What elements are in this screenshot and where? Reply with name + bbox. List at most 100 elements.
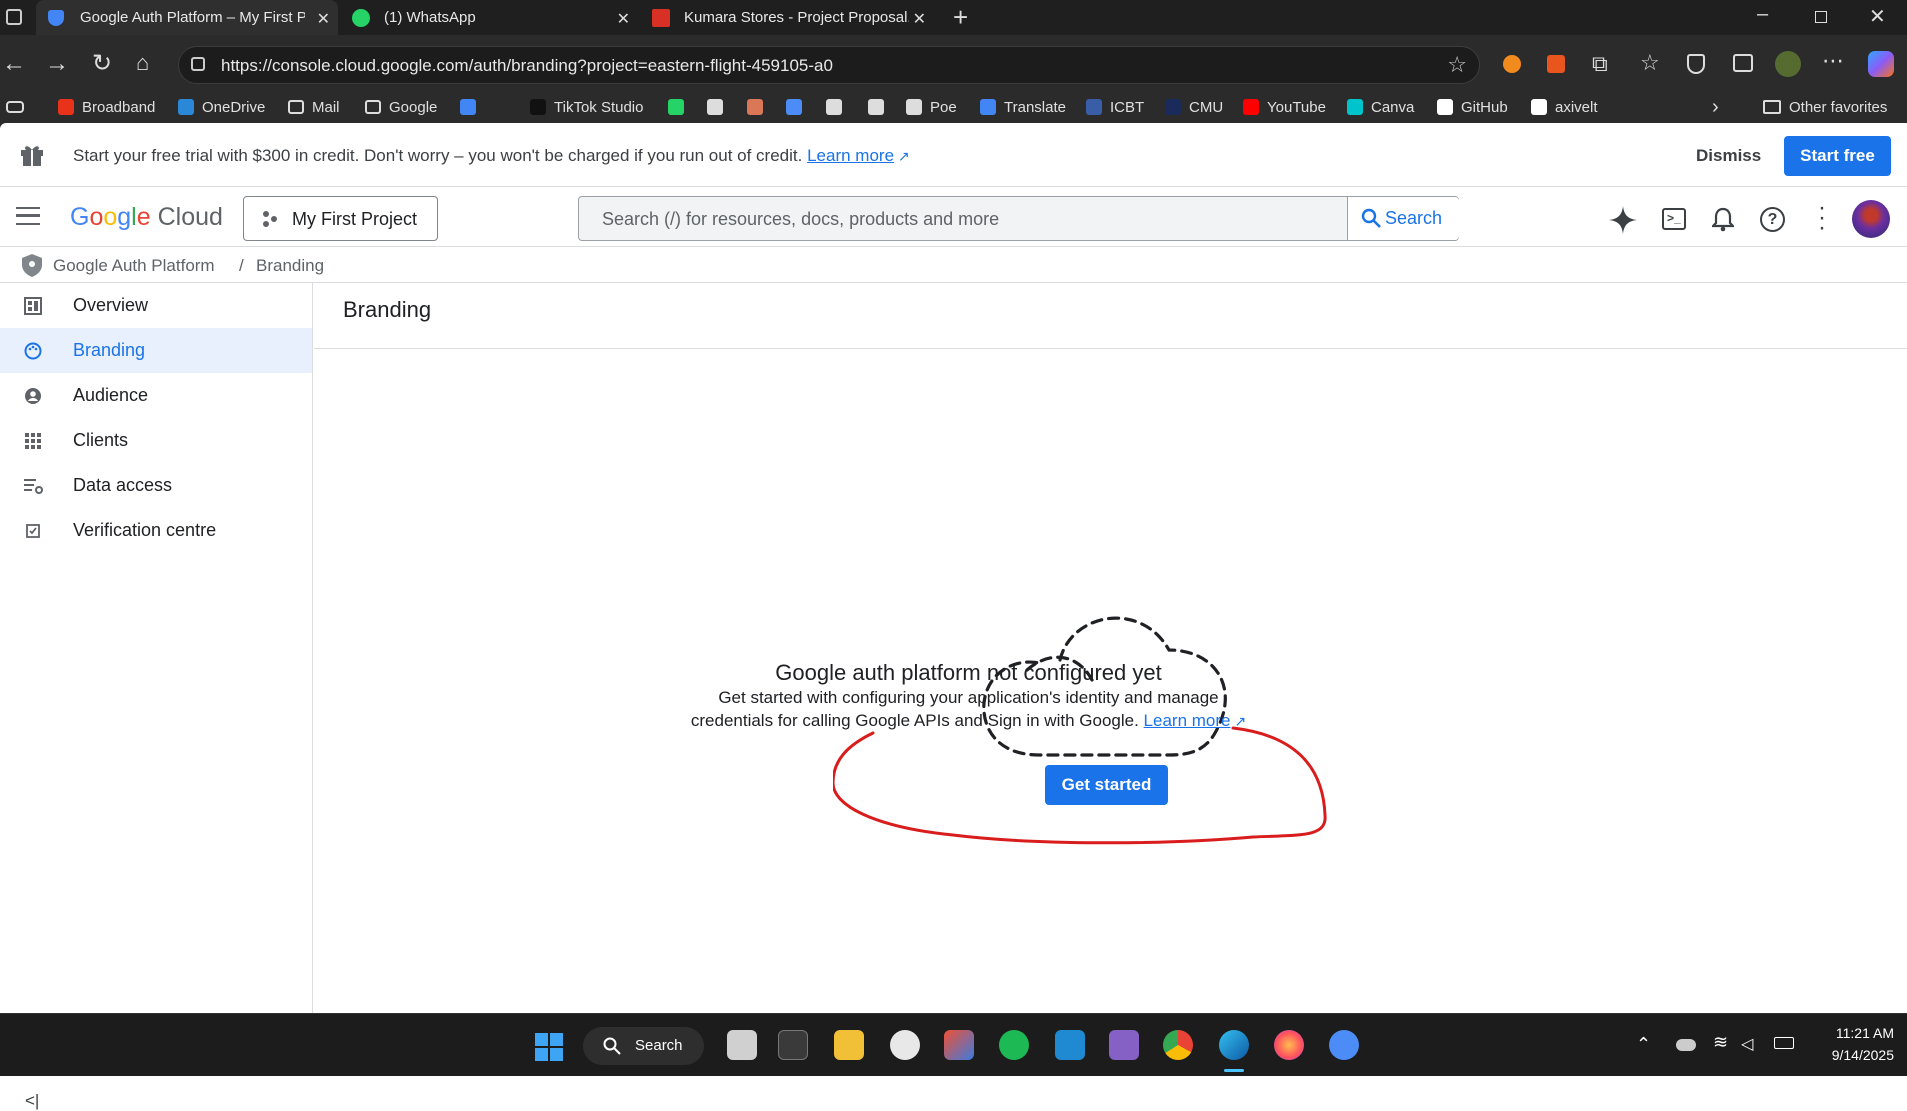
favorite-item[interactable]: ICBT [1086,97,1144,117]
breadcrumb-page[interactable]: Branding [256,256,324,276]
tab-pdf[interactable]: Kumara Stores - Project Proposal. ✕ [640,0,940,35]
clock-time[interactable]: 11:21 AM [1810,1025,1894,1041]
favorite-item[interactable]: YouTube [1243,97,1326,117]
account-avatar[interactable] [1852,200,1890,238]
cloud-shell-icon[interactable]: >_ [1662,208,1686,230]
battery-icon[interactable] [1774,1037,1794,1049]
tab-actions-icon[interactable] [6,9,22,25]
close-tab-icon[interactable]: ✕ [317,9,330,29]
favorite-item[interactable] [868,97,884,117]
favorite-item[interactable]: Google [365,97,437,117]
sync-app-icon[interactable] [1329,1030,1359,1060]
favorite-item[interactable] [707,97,723,117]
clock-app-icon[interactable] [890,1030,920,1060]
git-app-icon[interactable] [944,1030,974,1060]
close-tab-icon[interactable]: ✕ [913,9,926,29]
favorites-toggle-icon[interactable] [6,97,24,117]
search-box[interactable]: Search (/) for resources, docs, products… [578,196,1459,241]
vscode-icon[interactable] [1055,1030,1085,1060]
sidebar-item-data-access[interactable]: Data access [0,463,312,508]
start-free-button[interactable]: Start free [1784,136,1891,176]
wifi-icon[interactable]: ≋ [1713,1032,1728,1053]
favorite-item[interactable]: OneDrive [178,97,265,117]
collapse-sidebar-button[interactable]: <| [25,1091,39,1111]
favorite-item[interactable]: Mail [288,97,340,117]
tab-whatsapp[interactable]: (1) WhatsApp ✕ [340,0,640,35]
visual-studio-icon[interactable] [1109,1030,1139,1060]
favorite-item[interactable] [826,97,842,117]
onedrive-tray-icon[interactable] [1676,1039,1696,1051]
tab-google-auth[interactable]: Google Auth Platform – My First P ✕ [36,0,338,35]
address-bar[interactable]: https://console.cloud.google.com/auth/br… [178,46,1480,84]
restore-icon[interactable] [1815,11,1827,23]
promo-learn-more-link[interactable]: Learn more [807,146,894,165]
favorite-item[interactable]: axivelt [1531,97,1598,117]
minimize-icon[interactable]: – [1757,3,1768,26]
favorite-item[interactable] [747,97,763,117]
extension-icon-1[interactable] [1503,55,1521,73]
search-button-label: Search [1385,208,1443,228]
favorite-label: ICBT [1110,98,1145,116]
dismiss-button[interactable]: Dismiss [1696,146,1761,166]
more-favorites-icon[interactable]: › [1712,96,1719,118]
home-icon[interactable]: ⌂ [136,50,149,76]
taskbar-search[interactable]: Search [583,1027,704,1065]
search-button[interactable]: Search [1347,197,1459,240]
chrome-icon[interactable] [1163,1030,1193,1060]
sidebar-item-audience[interactable]: Audience [0,373,312,418]
help-icon[interactable]: ? [1760,207,1785,232]
windows-start-icon[interactable] [535,1033,563,1061]
copilot-icon[interactable] [1868,51,1894,77]
close-window-icon[interactable]: ✕ [1869,4,1886,29]
favorite-item[interactable]: Translate [980,97,1066,117]
show-hidden-icons[interactable]: ⌃ [1636,1034,1651,1055]
favicon-icon [668,99,684,115]
file-explorer-icon[interactable] [834,1030,864,1060]
browser-essentials-icon[interactable] [1687,54,1705,74]
google-cloud-logo[interactable]: Google Cloud [70,203,223,232]
project-picker[interactable]: My First Project [243,196,438,241]
favorite-item[interactable]: CMU [1165,97,1223,117]
favorite-item[interactable]: TikTok Studio [530,97,643,117]
favorite-item[interactable]: Broadband [58,97,155,117]
site-info-icon[interactable] [191,57,205,71]
sidebar-item-label: Audience [73,385,149,405]
favorite-item[interactable]: GitHub [1437,97,1508,117]
clock-date[interactable]: 9/14/2025 [1810,1047,1894,1063]
search-input[interactable]: Search (/) for resources, docs, products… [602,209,999,230]
favorite-item[interactable] [786,97,802,117]
extensions-icon[interactable]: ⧉ [1592,51,1608,77]
other-favorites[interactable]: Other favorites [1763,97,1887,117]
favorite-item[interactable]: Canva [1347,97,1414,117]
favorites-icon[interactable]: ☆ [1640,50,1660,76]
sidebar-item-overview[interactable]: Overview [0,283,312,328]
new-tab-button[interactable]: + [953,2,968,33]
more-icon[interactable]: ⋯ [1822,48,1844,74]
main-menu-icon[interactable] [16,207,40,225]
shield-icon [22,254,42,277]
more-options-icon[interactable]: · · · [1812,196,1832,240]
favorite-item[interactable] [460,97,476,117]
notifications-icon[interactable] [1712,206,1734,232]
close-tab-icon[interactable]: ✕ [617,9,630,29]
profile-avatar[interactable] [1775,51,1801,77]
favorite-item[interactable] [668,97,684,117]
sidebar-item-verification-centre[interactable]: Verification centre [0,508,312,553]
firefox-icon[interactable] [1274,1030,1304,1060]
gemini-icon[interactable] [1609,206,1637,234]
task-view-icon[interactable] [727,1030,757,1060]
back-icon[interactable]: ← [2,50,26,78]
breadcrumb-product[interactable]: Google Auth Platform [53,256,215,276]
spotify-icon[interactable] [999,1030,1029,1060]
edge-icon[interactable] [1219,1030,1249,1060]
terminal-icon[interactable] [778,1030,808,1060]
forward-icon[interactable]: → [45,50,69,78]
refresh-icon[interactable]: ↻ [92,49,112,78]
sidebar-item-clients[interactable]: Clients [0,418,312,463]
volume-icon[interactable]: ◁ [1741,1034,1753,1054]
screenshot-icon[interactable] [1733,54,1753,72]
sidebar-item-branding[interactable]: Branding [0,328,312,373]
favorite-star-icon[interactable]: ☆ [1447,52,1467,78]
favorite-item[interactable]: Poe [906,97,957,117]
extension-icon-2[interactable] [1547,55,1565,73]
